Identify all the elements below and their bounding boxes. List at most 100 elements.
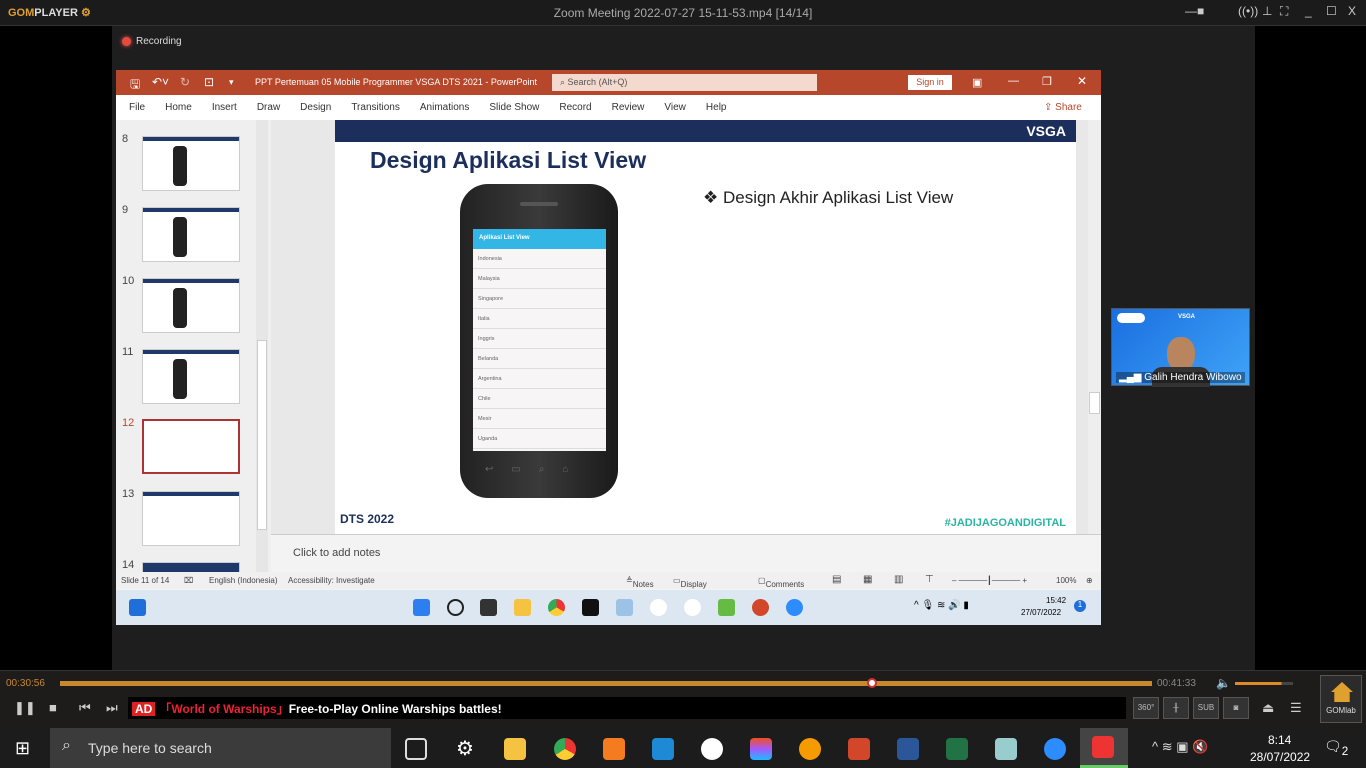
notification-badge[interactable]: 1 [1074,600,1086,612]
figma-icon[interactable] [750,738,772,760]
app-icon[interactable] [799,738,821,760]
pause-icon[interactable]: ❚❚ [14,700,36,716]
notifications-icon[interactable]: 🗨2 [1324,738,1348,758]
search-box[interactable]: ⌕ Search (Alt+Q) [552,74,817,91]
widgets-icon[interactable] [129,599,146,616]
zoom-icon[interactable] [1044,738,1066,760]
notes-button[interactable]: ≜ Notes [626,576,654,589]
fullscreen-icon[interactable]: ⛶ [1280,4,1288,19]
screenshot-button[interactable]: ◙ [1223,697,1249,719]
file-explorer-icon[interactable] [514,599,531,616]
slide-thumbnail[interactable] [142,136,240,191]
pin-icon[interactable]: ⊥ [1262,4,1272,18]
maximize-icon[interactable]: ☐ [1326,4,1337,18]
settings-icon[interactable]: ⚙ [456,736,478,760]
app-icon[interactable] [650,599,667,616]
app-icon[interactable] [701,738,723,760]
gom-taskbar-item[interactable] [1080,728,1128,768]
minimize-slider-icon[interactable]: —■ [1185,4,1204,18]
restore-icon[interactable]: ❐ [1042,75,1052,88]
slide-thumbnail[interactable] [142,562,240,573]
terminal-icon[interactable] [582,599,599,616]
seek-bar[interactable] [60,681,1152,686]
task-view-icon[interactable] [405,738,427,760]
chrome-icon[interactable] [548,599,565,616]
tab-design[interactable]: Design [300,102,331,113]
sign-in-button[interactable]: Sign in [908,75,952,90]
redo-icon[interactable]: ↻ [180,75,190,89]
share-button[interactable]: ⇪ Share [1044,102,1082,113]
next-icon[interactable]: ⏭ [106,700,118,716]
comments-button[interactable]: ▢ Comments [758,576,804,589]
slideshow-view-icon[interactable]: ⊤ [925,574,934,585]
broadcast-icon[interactable]: ((•)) [1238,4,1258,18]
tab-view[interactable]: View [664,102,686,113]
minimize-icon[interactable]: _ [1305,4,1312,18]
ad-banner[interactable]: AD 「World of Warships」Free-to-Play Online… [128,697,1126,719]
powerpoint-icon[interactable] [752,599,769,616]
tab-help[interactable]: Help [706,102,727,113]
app-icon[interactable] [718,599,735,616]
tray-icons[interactable]: ^ 🎙 ≋ 🔊 ▮ [914,600,969,611]
word-icon[interactable] [897,738,919,760]
previous-icon[interactable]: ⏮ [79,700,91,716]
fit-slide-icon[interactable]: ⊕ [1086,576,1093,585]
zoom-icon[interactable] [786,599,803,616]
stop-icon[interactable]: ■ [49,700,57,715]
zoom-slider[interactable]: – ─────┃───── + [952,576,1027,585]
chrome-icon[interactable] [554,738,576,760]
equalizer-button[interactable]: ╫ [1163,697,1189,719]
tab-file[interactable]: File [129,102,145,113]
slide-thumbnail-selected[interactable] [142,419,240,474]
notes-pane[interactable]: Click to add notes [271,534,1101,572]
start-icon[interactable] [413,599,430,616]
reading-view-icon[interactable]: ▥ [894,574,903,585]
tab-animations[interactable]: Animations [420,102,469,113]
tab-record[interactable]: Record [559,102,591,113]
xampp-icon[interactable] [603,738,625,760]
tab-draw[interactable]: Draw [257,102,280,113]
vr-360-button[interactable]: 360° [1133,697,1159,719]
slide-thumbnail[interactable] [142,207,240,262]
open-file-icon[interactable]: ⏏ [1262,700,1274,716]
excel-icon[interactable] [946,738,968,760]
system-tray-icons[interactable]: ^ ≋ ▣ 🔇 [1152,739,1208,755]
vscode-icon[interactable] [652,738,674,760]
slide-canvas[interactable]: VSGA Design Aplikasi List View ❖ Design … [335,120,1076,534]
close-icon[interactable]: ✕ [1077,74,1087,88]
gomlab-button[interactable]: GOMlab [1320,675,1362,723]
close-icon[interactable]: X [1348,4,1356,18]
display-settings-button[interactable]: ▭Display Settings [673,576,709,598]
search-icon[interactable] [447,599,464,616]
subtitle-button[interactable]: SUB [1193,697,1219,719]
powerpoint-icon[interactable] [848,738,870,760]
taskbar-search[interactable]: ⌕ Type here to search [50,728,391,768]
language-status[interactable]: English (Indonesia) [209,576,277,585]
ribbon-display-icon[interactable]: ▣ [972,76,982,89]
tab-slide-show[interactable]: Slide Show [489,102,539,113]
tab-review[interactable]: Review [612,102,645,113]
windows-start-icon[interactable]: ⊞ [15,738,30,759]
tab-home[interactable]: Home [165,102,192,113]
tab-transitions[interactable]: Transitions [351,102,400,113]
customize-icon[interactable]: ▾ [229,77,234,88]
slide-thumbnail[interactable] [142,349,240,404]
monitor-icon[interactable] [616,599,633,616]
slide-thumbnail[interactable] [142,491,240,546]
thumbnail-scrollbar[interactable] [256,120,268,572]
app-icon[interactable] [995,738,1017,760]
zoom-level[interactable]: 100% [1056,576,1076,585]
accessibility-status[interactable]: Accessibility: Investigate [288,576,375,585]
spellcheck-icon[interactable]: ⌧ [184,576,193,585]
minimize-icon[interactable]: — [1008,75,1019,87]
undo-icon[interactable]: ↶˅ [152,75,169,89]
task-view-icon[interactable] [480,599,497,616]
volume-slider[interactable] [1235,682,1293,685]
volume-icon[interactable]: 🔈 [1216,676,1231,690]
slide-scrollbar[interactable] [1088,120,1101,534]
present-icon[interactable]: ⊡ [204,75,214,89]
file-explorer-icon[interactable] [504,738,526,760]
menu-icon[interactable]: ☰ [1290,700,1302,716]
normal-view-icon[interactable]: ▤ [832,574,841,585]
save-icon[interactable]: 🖫 [130,75,140,96]
